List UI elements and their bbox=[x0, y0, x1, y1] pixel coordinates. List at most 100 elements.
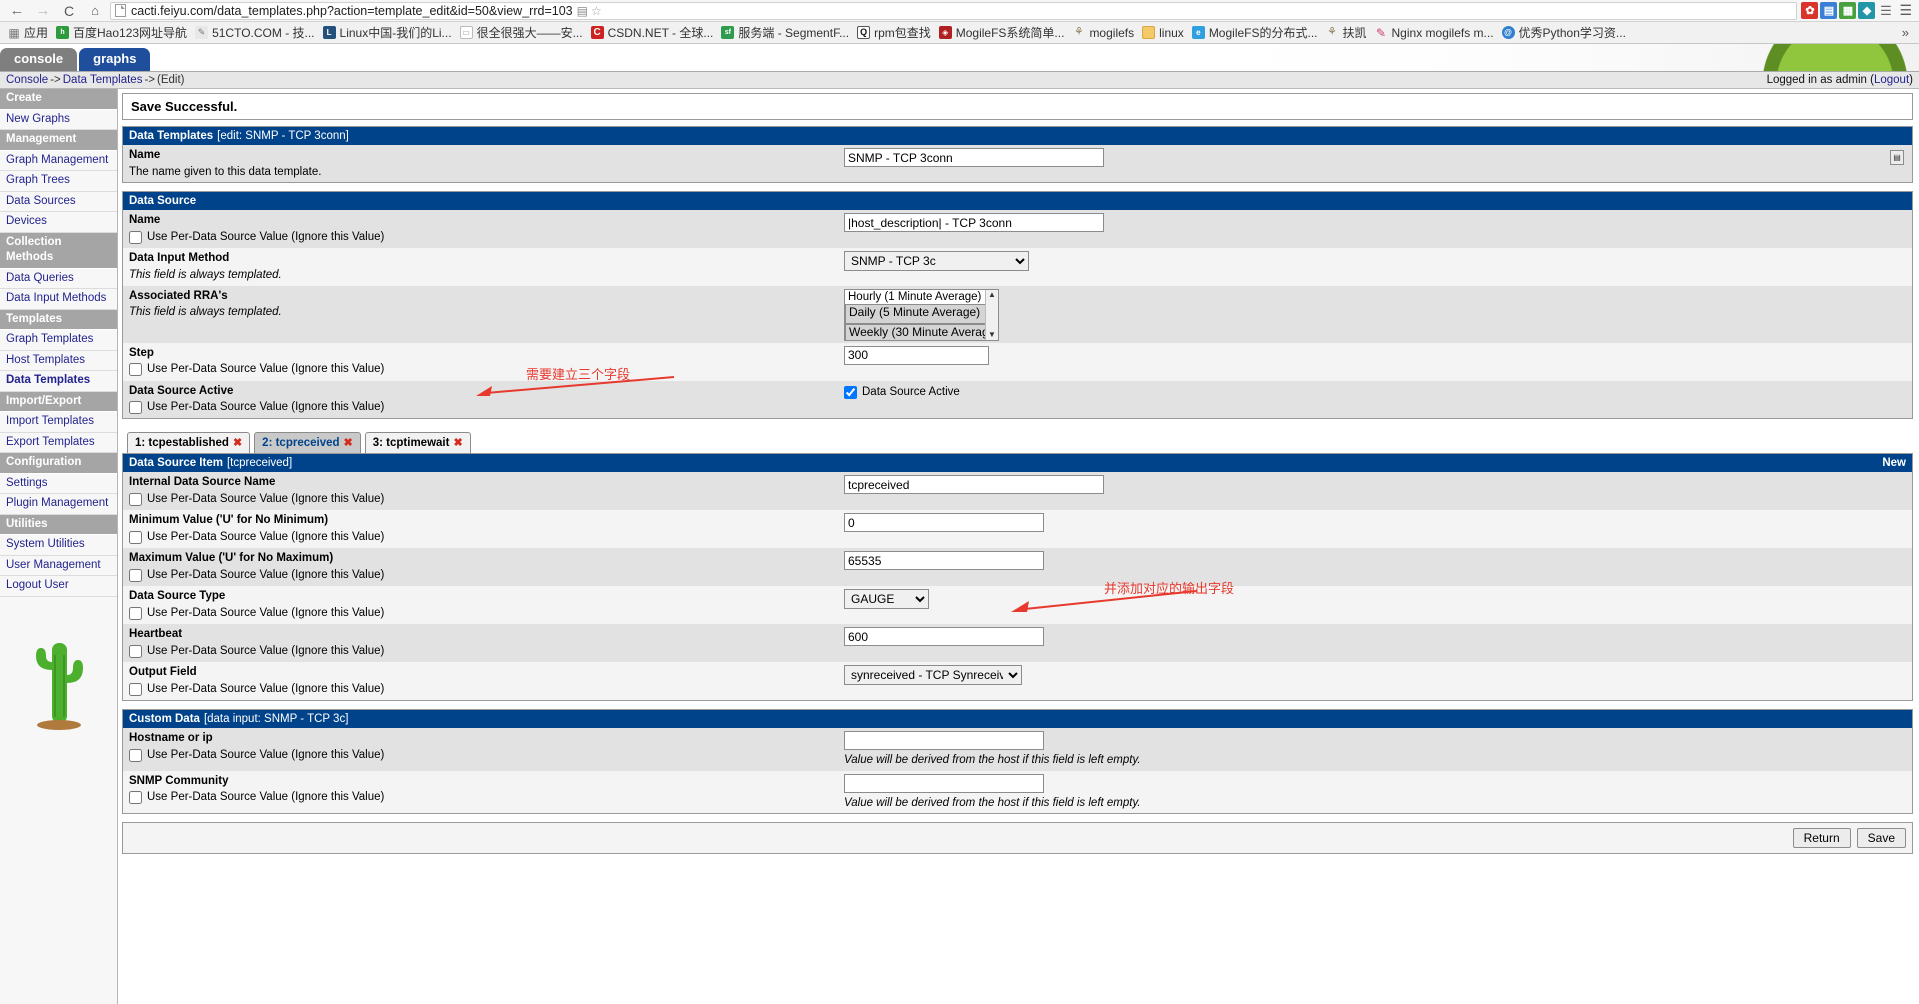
chrome-menu-icon[interactable]: ☰ bbox=[1896, 2, 1915, 19]
bookmark-51cto[interactable]: ✎ 51CTO.COM - 技... bbox=[192, 23, 319, 42]
ds-item-tab-1[interactable]: 1: tcpestablished ✖ bbox=[127, 432, 251, 454]
ds-rra-listbox[interactable]: Hourly (1 Minute Average) Daily (5 Minut… bbox=[844, 288, 999, 341]
template-name-input[interactable] bbox=[844, 148, 1104, 167]
ds-active-check[interactable]: Data Source Active bbox=[844, 384, 1906, 401]
bookmark-hao123[interactable]: h 百度Hao123网址导航 bbox=[53, 23, 192, 42]
custom-hostname-per-source-checkbox[interactable] bbox=[129, 748, 142, 762]
ds-item-new-link[interactable]: New bbox=[1882, 457, 1906, 469]
sidebar-item-new-graphs[interactable]: New Graphs bbox=[0, 109, 117, 131]
bookmark-segmentfault[interactable]: sf 服务端 - SegmentF... bbox=[718, 23, 854, 42]
ds-item-type-per-source-checkbox[interactable] bbox=[129, 607, 142, 621]
sidebar-item-system-utilities[interactable]: System Utilities bbox=[0, 535, 117, 556]
bookmark-mogilefs[interactable]: ⚘ mogilefs bbox=[1069, 25, 1139, 41]
save-button[interactable]: Save bbox=[1856, 828, 1906, 849]
ds-item-heartbeat-per-source-checkbox[interactable] bbox=[129, 644, 142, 658]
sidebar-item-graph-management[interactable]: Graph Management bbox=[0, 150, 117, 172]
ds-item-heartbeat-input[interactable] bbox=[844, 627, 1044, 647]
ds-item-tab-2[interactable]: 2: tcpreceived ✖ bbox=[254, 432, 361, 454]
sidebar-item-data-templates[interactable]: Data Templates bbox=[0, 371, 117, 392]
reload-icon[interactable]: C bbox=[56, 1, 82, 21]
extension-teal-icon[interactable]: ◆ bbox=[1858, 2, 1876, 19]
ds-item-internal-name-input[interactable] bbox=[844, 475, 1104, 495]
bookmark-apps[interactable]: ▦ 应用 bbox=[4, 23, 53, 42]
extension-green-icon[interactable]: ▦ bbox=[1839, 2, 1857, 19]
scroll-down-icon[interactable]: ▼ bbox=[986, 330, 998, 340]
close-icon[interactable]: ✖ bbox=[233, 436, 242, 449]
sidebar-item-data-input-methods[interactable]: Data Input Methods bbox=[0, 289, 117, 310]
custom-snmp-community-per-source-checkbox[interactable] bbox=[129, 791, 142, 805]
sidebar-item-graph-trees[interactable]: Graph Trees bbox=[0, 171, 117, 192]
sidebar-item-graph-templates[interactable]: Graph Templates bbox=[0, 330, 117, 351]
ds-active-per-source-check[interactable]: Use Per-Data Source Value (Ignore this V… bbox=[129, 399, 844, 416]
sidebar-item-import-templates[interactable]: Import Templates bbox=[0, 412, 117, 433]
template-picker-icon[interactable]: ▤ bbox=[1890, 150, 1904, 165]
ds-item-output-field-per-source-check[interactable]: Use Per-Data Source Value (Ignore this V… bbox=[129, 681, 844, 698]
ds-item-tab-3[interactable]: 3: tcptimewait ✖ bbox=[364, 432, 471, 454]
extension-red-icon[interactable]: ✿ bbox=[1801, 2, 1819, 19]
ds-step-per-source-checkbox[interactable] bbox=[129, 363, 142, 377]
custom-snmp-community-per-source-check[interactable]: Use Per-Data Source Value (Ignore this V… bbox=[129, 789, 844, 806]
ds-name-input[interactable] bbox=[844, 213, 1104, 233]
bookmark-anquan[interactable]: ▭ 很全很强大——安... bbox=[457, 23, 588, 42]
ds-step-input[interactable] bbox=[844, 345, 989, 365]
custom-snmp-community-input[interactable] bbox=[844, 773, 1044, 793]
ds-active-checkbox[interactable] bbox=[844, 385, 857, 399]
star-icon[interactable]: ☆ bbox=[591, 4, 602, 18]
return-button[interactable]: Return bbox=[1792, 828, 1851, 849]
bookmark-linux-folder[interactable]: linux bbox=[1139, 25, 1189, 41]
ds-item-max-per-source-check[interactable]: Use Per-Data Source Value (Ignore this V… bbox=[129, 567, 844, 584]
back-arrow-icon[interactable]: ← bbox=[4, 1, 30, 21]
breadcrumb-data-templates[interactable]: Data Templates bbox=[63, 74, 143, 86]
bookmark-nginx-mogilefs[interactable]: ✎ Nginx mogilefs m... bbox=[1372, 25, 1499, 41]
ds-item-min-per-source-checkbox[interactable] bbox=[129, 531, 142, 545]
sidebar-item-logout-user[interactable]: Logout User bbox=[0, 576, 117, 597]
bookmarks-overflow-icon[interactable]: » bbox=[1902, 25, 1915, 40]
address-bar[interactable]: cacti.feiyu.com/data_templates.php?actio… bbox=[110, 1, 1798, 20]
ds-item-output-field-per-source-checkbox[interactable] bbox=[129, 682, 142, 696]
logout-link[interactable]: Logout bbox=[1874, 74, 1909, 86]
home-icon[interactable]: ⌂ bbox=[82, 1, 108, 21]
ds-item-max-per-source-checkbox[interactable] bbox=[129, 569, 142, 583]
forward-arrow-icon[interactable]: → bbox=[30, 1, 56, 21]
bookmark-python[interactable]: @ 优秀Python学习资... bbox=[1499, 23, 1631, 42]
bookmark-mogilefs-intro[interactable]: ◈ MogileFS系统简单... bbox=[936, 23, 1070, 42]
breadcrumb-console[interactable]: Console bbox=[6, 74, 48, 86]
sidebar-item-settings[interactable]: Settings bbox=[0, 473, 117, 495]
scroll-up-icon[interactable]: ▲ bbox=[986, 290, 998, 300]
rra-option-weekly[interactable]: Weekly (30 Minute Average) bbox=[845, 323, 998, 340]
ds-active-per-source-checkbox[interactable] bbox=[129, 401, 142, 415]
close-icon[interactable]: ✖ bbox=[453, 436, 462, 449]
close-icon[interactable]: ✖ bbox=[344, 436, 353, 449]
bookmark-linuxcn[interactable]: L Linux中国-我们的Li... bbox=[320, 23, 457, 42]
ds-item-internal-name-per-source-check[interactable]: Use Per-Data Source Value (Ignore this V… bbox=[129, 491, 844, 508]
ds-name-per-source-checkbox[interactable] bbox=[129, 231, 142, 245]
tab-console[interactable]: console bbox=[0, 47, 78, 71]
tab-graphs[interactable]: graphs bbox=[79, 47, 151, 71]
rra-scrollbar[interactable]: ▲ ▼ bbox=[985, 289, 998, 340]
ds-item-heartbeat-per-source-check[interactable]: Use Per-Data Source Value (Ignore this V… bbox=[129, 643, 844, 660]
ds-item-max-input[interactable] bbox=[844, 551, 1044, 571]
ds-item-min-input[interactable] bbox=[844, 513, 1044, 533]
sidebar-item-export-templates[interactable]: Export Templates bbox=[0, 432, 117, 454]
ds-name-per-source-check[interactable]: Use Per-Data Source Value (Ignore this V… bbox=[129, 229, 844, 246]
sidebar-item-plugin-management[interactable]: Plugin Management bbox=[0, 494, 117, 515]
sidebar-item-devices[interactable]: Devices bbox=[0, 212, 117, 233]
extension-blue-icon[interactable]: ▤ bbox=[1820, 2, 1838, 19]
bookmark-fukai[interactable]: ⚘ 扶凯 bbox=[1323, 23, 1372, 42]
sidebar-item-host-templates[interactable]: Host Templates bbox=[0, 350, 117, 372]
rra-option-daily[interactable]: Daily (5 Minute Average) bbox=[845, 303, 998, 324]
user-profile-icon[interactable]: ☰ bbox=[1877, 2, 1894, 19]
ds-item-type-per-source-check[interactable]: Use Per-Data Source Value (Ignore this V… bbox=[129, 605, 844, 622]
custom-hostname-per-source-check[interactable]: Use Per-Data Source Value (Ignore this V… bbox=[129, 747, 844, 764]
ds-item-output-field-select[interactable]: synreceived - TCP Synreceived bbox=[844, 665, 1022, 686]
bookmark-rpm[interactable]: Qrpm包查找 bbox=[854, 23, 936, 42]
bookmark-manager-icon[interactable]: ▤ bbox=[577, 4, 588, 18]
custom-hostname-input[interactable] bbox=[844, 730, 1044, 750]
sidebar-item-data-sources[interactable]: Data Sources bbox=[0, 191, 117, 213]
sidebar-item-user-management[interactable]: User Management bbox=[0, 555, 117, 577]
ds-item-min-per-source-check[interactable]: Use Per-Data Source Value (Ignore this V… bbox=[129, 529, 844, 546]
ds-item-type-select[interactable]: GAUGE bbox=[844, 589, 929, 610]
sidebar-item-data-queries[interactable]: Data Queries bbox=[0, 268, 117, 290]
bookmark-mogilefs-dist[interactable]: e MogileFS的分布式... bbox=[1189, 23, 1323, 42]
ds-item-internal-name-per-source-checkbox[interactable] bbox=[129, 493, 142, 507]
